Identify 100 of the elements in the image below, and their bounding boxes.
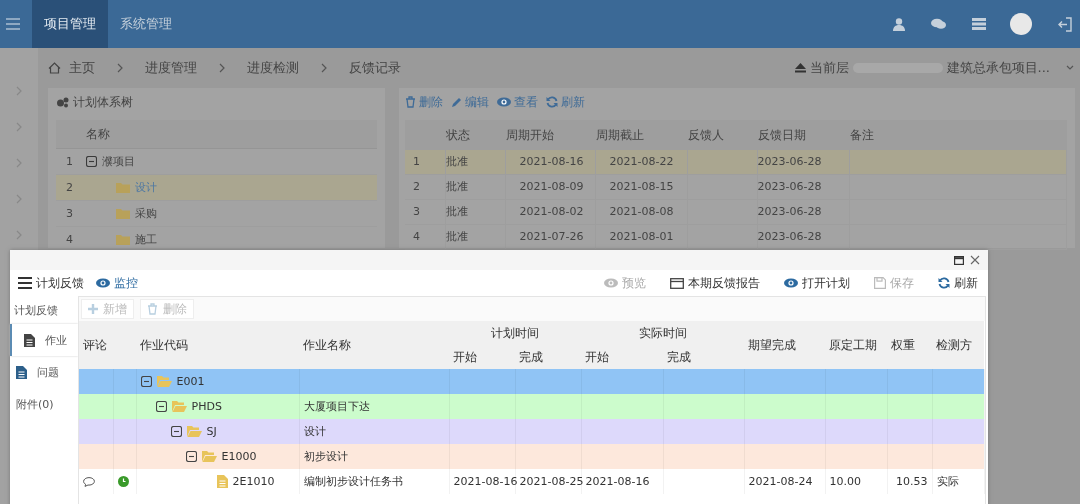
table-cell: 实际 bbox=[932, 469, 984, 494]
chevron-right-icon bbox=[16, 158, 22, 168]
open-folder-icon bbox=[156, 376, 172, 387]
nav-tab[interactable]: 项目管理 bbox=[32, 0, 108, 48]
activity-code: 2E1010 bbox=[232, 475, 275, 488]
chevron-right-icon bbox=[16, 194, 22, 204]
list-icon bbox=[972, 18, 986, 30]
table-cell: 2023-06-28 bbox=[757, 150, 849, 175]
row-number: 4 bbox=[405, 224, 445, 250]
avatar[interactable] bbox=[1010, 13, 1032, 35]
logout-icon bbox=[1058, 16, 1072, 32]
side-nav-item[interactable]: 附件(0) bbox=[10, 388, 78, 420]
open-folder-icon bbox=[171, 401, 187, 412]
chevron-right-icon bbox=[16, 230, 22, 240]
table-cell: 2023-06-28 bbox=[757, 199, 849, 225]
toolbar-button[interactable]: 打开计划 bbox=[784, 274, 850, 292]
table-row[interactable]: E1000 初步设计 bbox=[79, 444, 984, 469]
toolbar-button[interactable]: 编辑 bbox=[451, 93, 489, 111]
column-header: 权重 bbox=[887, 321, 932, 369]
column-header: 原定工期 bbox=[825, 321, 887, 369]
column-header: 开始 bbox=[449, 345, 515, 369]
eye-icon bbox=[96, 278, 110, 288]
chat-icon bbox=[931, 18, 946, 30]
column-header: 作业代码 bbox=[136, 321, 299, 369]
table-cell: 2021-08-24 bbox=[744, 469, 825, 494]
table-row[interactable]: E001 bbox=[79, 369, 984, 394]
chevron-right-icon bbox=[219, 63, 225, 73]
table-cell: 2021-08-09 bbox=[505, 174, 595, 200]
row-number: 2 bbox=[405, 174, 445, 200]
nav-tab[interactable]: 系统管理 bbox=[108, 0, 184, 48]
toolbar-button[interactable]: 刷新 bbox=[546, 93, 585, 111]
collapse-icon bbox=[185, 451, 197, 462]
table-cell: 2021-08-16 bbox=[505, 150, 595, 175]
open-folder-icon bbox=[186, 426, 202, 437]
toolbar-button[interactable]: 刷新 bbox=[938, 274, 978, 292]
table-cell: 编制初步设计任务书 bbox=[299, 469, 449, 494]
maximize-icon bbox=[954, 255, 964, 265]
menu-icon[interactable] bbox=[6, 18, 20, 30]
pencil-icon bbox=[451, 96, 462, 108]
table-cell: 10.00 bbox=[825, 469, 887, 494]
user-icon bbox=[893, 17, 905, 31]
tree-node-label[interactable]: 施工 bbox=[135, 232, 157, 247]
tree-node-label[interactable]: 濮项目 bbox=[102, 154, 135, 169]
eye-icon bbox=[784, 278, 798, 288]
column-header: 周期开始 bbox=[505, 120, 595, 150]
close-icon bbox=[970, 255, 980, 265]
table-cell: 2023-06-28 bbox=[757, 174, 849, 200]
breadcrumb-item[interactable]: 进度检测 bbox=[247, 59, 299, 77]
activity-code: PHDS bbox=[191, 400, 222, 413]
table-cell: 2021-08-22 bbox=[595, 150, 687, 175]
save-icon bbox=[874, 277, 886, 289]
column-header: 反馈人 bbox=[687, 120, 757, 150]
trash-icon bbox=[147, 303, 158, 315]
table-cell: 2021-08-16 bbox=[449, 469, 515, 494]
table-cell: 2023-06-28 bbox=[757, 224, 849, 250]
table-cell: 批准 bbox=[445, 150, 505, 175]
side-nav-item[interactable]: 作业 bbox=[10, 324, 78, 356]
caret-down-icon bbox=[1066, 65, 1074, 71]
row-number: 3 bbox=[65, 207, 74, 220]
toolbar-button[interactable]: 删除 bbox=[405, 93, 443, 111]
breadcrumb-item[interactable]: 反馈记录 bbox=[349, 59, 401, 77]
trash-icon bbox=[405, 96, 416, 108]
table-row[interactable]: 2E1010 编制初步设计任务书 2021-08-16 2021-08-25 2021-08-16 2021-08-24 10.00 10.53 实际 bbox=[79, 469, 984, 494]
chevron-right-icon bbox=[117, 63, 123, 73]
table-row[interactable]: PHDS 大厦项目下达 bbox=[79, 394, 984, 419]
table-cell: 2021-08-15 bbox=[595, 174, 687, 200]
scope-selector[interactable]: 建筑总承包项目... bbox=[946, 59, 1050, 77]
column-header: 备注 bbox=[849, 120, 1067, 150]
folder-icon bbox=[116, 208, 130, 219]
toolbar-button[interactable]: 本期反馈报告 bbox=[670, 274, 760, 292]
eye-icon bbox=[497, 97, 511, 107]
folder-icon bbox=[116, 234, 130, 245]
monitor-link[interactable]: 监控 bbox=[114, 274, 138, 292]
side-nav-heading: 计划反馈 bbox=[13, 302, 59, 319]
collapse-icon bbox=[155, 401, 167, 412]
table-cell: 2021-07-26 bbox=[505, 224, 595, 250]
toolbar-button[interactable]: 查看 bbox=[497, 93, 538, 111]
column-group-header: 计划时间 bbox=[449, 321, 581, 345]
column-header: 完成 bbox=[515, 345, 581, 369]
collapse-icon bbox=[170, 426, 182, 437]
table-cell: 2021-08-08 bbox=[595, 199, 687, 225]
eye-icon bbox=[604, 278, 618, 288]
column-header: 期望完成 bbox=[744, 321, 825, 369]
breadcrumb-item[interactable]: 主页 bbox=[69, 59, 95, 77]
menu-icon bbox=[18, 277, 32, 289]
table-cell: 批准 bbox=[445, 224, 505, 250]
table-cell: 2021-08-02 bbox=[505, 199, 595, 225]
column-header: 开始 bbox=[581, 345, 663, 369]
document-icon bbox=[216, 475, 228, 488]
panel-title: 计划反馈 bbox=[36, 274, 84, 292]
tree-node-label[interactable]: 采购 bbox=[135, 206, 157, 221]
chevron-right-icon bbox=[16, 122, 22, 132]
column-header: 检测方 bbox=[932, 321, 984, 369]
scope-label: 当前层 bbox=[809, 59, 849, 77]
side-nav-item[interactable]: 问题 bbox=[10, 356, 78, 388]
table-row[interactable]: SJ 设计 bbox=[79, 419, 984, 444]
collapse-icon bbox=[140, 376, 152, 387]
chevron-right-icon bbox=[16, 86, 22, 96]
column-group-header: 实际时间 bbox=[581, 321, 744, 345]
breadcrumb-item[interactable]: 进度管理 bbox=[145, 59, 197, 77]
